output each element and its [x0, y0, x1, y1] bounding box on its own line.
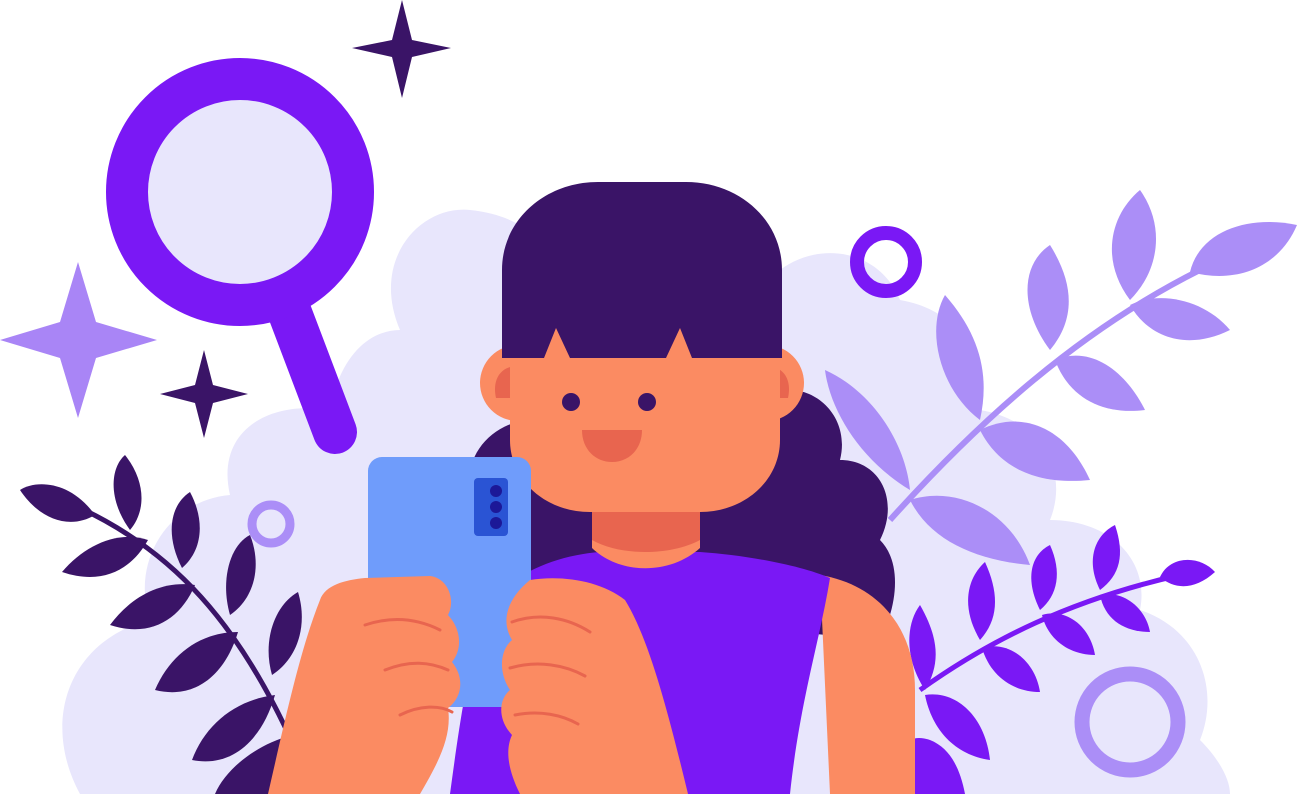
eye: [562, 393, 580, 411]
camera-lens: [490, 485, 502, 497]
eye: [638, 393, 656, 411]
camera-lens: [490, 517, 502, 529]
sparkle-icon: [352, 0, 451, 98]
camera-lens: [490, 501, 502, 513]
hair-front: [502, 182, 782, 358]
sparkle-icon: [0, 262, 157, 418]
magnifying-glass-icon: [106, 58, 374, 454]
sparkle-icon: [160, 350, 248, 438]
search-illustration: [0, 0, 1297, 794]
